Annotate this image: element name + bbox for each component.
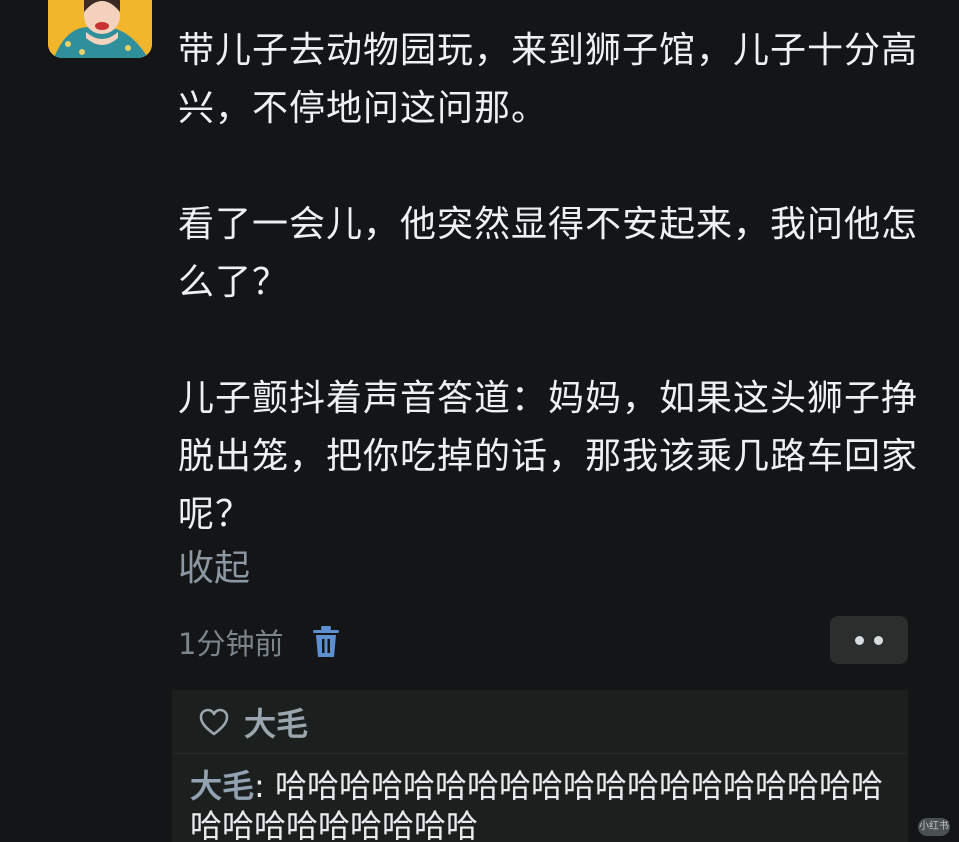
comment-text: 哈哈哈哈哈哈哈哈哈哈哈哈哈哈哈哈哈哈哈哈哈哈哈哈哈哈哈哈 — [190, 767, 883, 842]
trash-icon[interactable] — [311, 625, 341, 659]
avatar-image — [48, 0, 152, 58]
watermark-badge: 小红书 — [918, 818, 950, 836]
heart-icon — [199, 708, 229, 735]
post-meta: 1分钟前 — [178, 618, 341, 666]
comment-author[interactable]: 大毛 — [190, 767, 254, 805]
post-paragraph: 看了一会儿，他突然显得不安起来，我问他怎么了？ — [178, 204, 919, 303]
likes-row: 大毛 — [172, 690, 908, 754]
comment-item[interactable]: 大毛: 哈哈哈哈哈哈哈哈哈哈哈哈哈哈哈哈哈哈哈哈哈哈哈哈哈哈哈哈 — [190, 766, 890, 842]
post-paragraph: 带儿子去动物园玩，来到狮子馆，儿子十分高兴，不停地问这问那。 — [178, 30, 919, 129]
more-dots-icon — [874, 635, 883, 645]
more-dots-icon — [855, 635, 864, 645]
liker-name[interactable]: 大毛 — [244, 699, 308, 745]
avatar[interactable] — [48, 0, 152, 58]
post-paragraph: 儿子颤抖着声音答道：妈妈，如果这头狮子挣脱出笼，把你吃掉的话，那我该乘几路车回家… — [178, 378, 919, 535]
post-time: 1分钟前 — [178, 627, 284, 661]
moments-post-screen: 带儿子去动物园玩，来到狮子馆，儿子十分高兴，不停地问这问那。 看了一会儿，他突然… — [0, 0, 959, 842]
comment-separator: : — [254, 767, 275, 805]
more-button[interactable] — [830, 616, 908, 664]
collapse-link[interactable]: 收起 — [178, 540, 250, 598]
post-content: 带儿子去动物园玩，来到狮子馆，儿子十分高兴，不停地问这问那。 看了一会儿，他突然… — [178, 22, 918, 544]
